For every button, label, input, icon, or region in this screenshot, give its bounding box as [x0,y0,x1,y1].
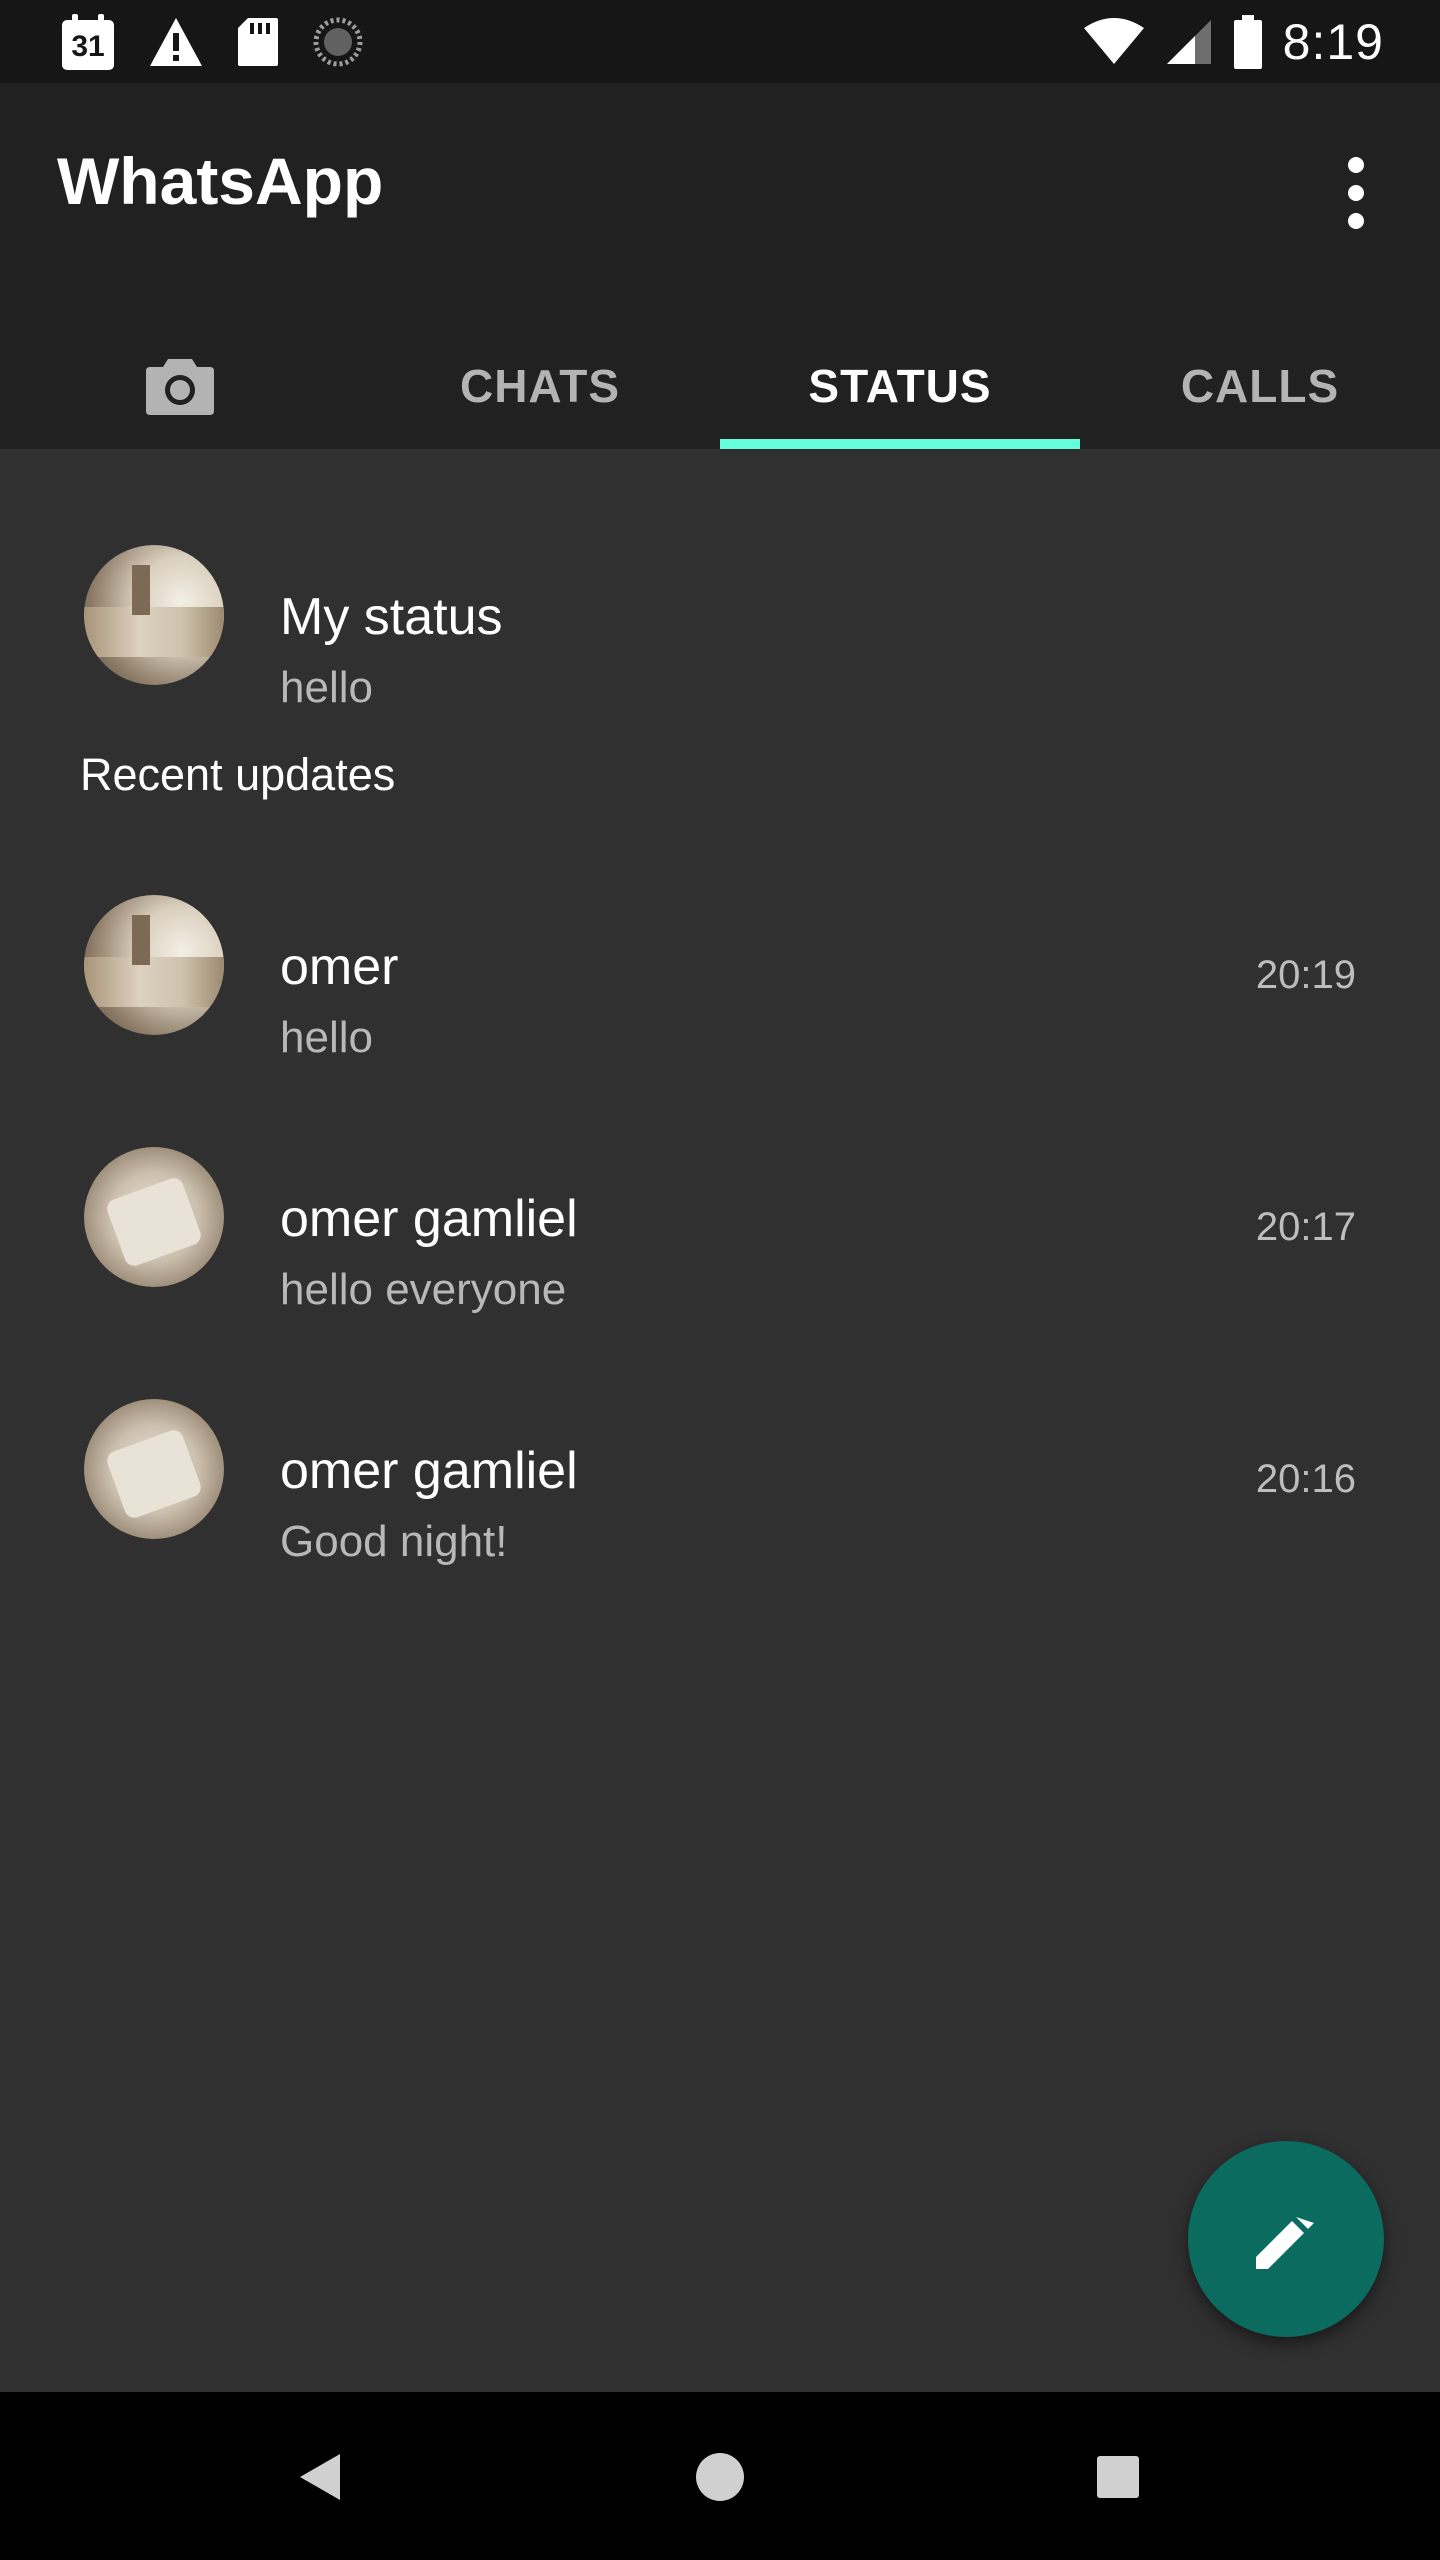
tab-status[interactable]: STATUS [720,323,1080,449]
tab-indicator [720,439,1080,449]
calendar-day: 31 [71,30,105,63]
warning-icon [150,18,202,66]
back-button[interactable] [238,2392,406,2560]
calendar-icon: 31 [60,14,116,70]
avatar [84,895,224,1035]
tab-bar: CHATS STATUS CALLS [0,323,1440,449]
compose-status-button[interactable] [1188,2141,1384,2337]
wifi-icon [1083,17,1144,64]
recents-button[interactable] [1034,2392,1202,2560]
list-item[interactable]: omer gamliel Good night! 20:16 [0,1353,1440,1566]
my-status-row[interactable]: My status hello [0,499,1440,712]
status-list: My status hello Recent updates omer hell… [0,449,1440,2392]
back-icon [300,2454,340,2500]
tab-calls[interactable]: CALLS [1080,323,1440,449]
pencil-icon [1256,2217,1314,2269]
status-bar: 31 8:19 [0,0,1440,83]
contact-name: omer [280,938,399,996]
recents-icon [1097,2456,1139,2498]
home-button[interactable] [636,2392,804,2560]
list-item[interactable]: omer gamliel hello everyone 20:17 [0,1101,1440,1314]
cellular-signal-icon [1166,19,1211,64]
recent-updates-header: Recent updates [80,749,396,800]
my-status-title: My status [280,588,503,646]
avatar [84,1399,224,1539]
list-item[interactable]: omer hello 20:19 [0,849,1440,1062]
camera-icon [146,359,214,415]
battery-icon [1233,14,1262,69]
status-text: hello everyone [280,1265,567,1314]
status-text: hello [280,1013,373,1062]
avatar [84,545,224,685]
status-time: 20:17 [1255,1205,1356,1249]
my-status-subtitle: hello [280,663,373,712]
status-text: Good night! [280,1517,508,1566]
app-bar: WhatsApp CHATS STATUS CALLS [0,83,1440,449]
tab-camera[interactable] [0,323,360,449]
app-title: WhatsApp [57,144,384,218]
status-time: 20:19 [1255,953,1356,997]
home-icon [696,2453,744,2501]
sync-icon [313,17,363,67]
notification-icons: 31 [60,14,364,70]
sd-card-icon [238,18,278,66]
clock: 8:19 [1282,13,1384,70]
tab-chats[interactable]: CHATS [360,323,720,449]
overflow-menu-button[interactable] [1320,143,1392,243]
avatar [84,1147,224,1287]
navigation-bar [0,2392,1440,2560]
contact-name: omer gamliel [280,1442,578,1500]
status-time: 20:16 [1255,1457,1356,1501]
contact-name: omer gamliel [280,1190,578,1248]
